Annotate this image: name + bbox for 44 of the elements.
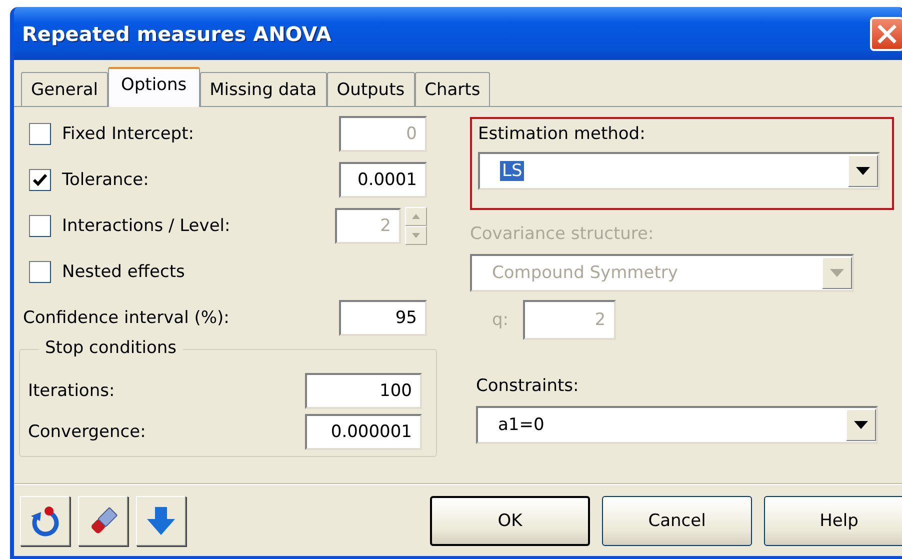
option-label: Nested effects	[62, 262, 185, 282]
dialog-button[interactable]: Help	[764, 496, 902, 546]
tab[interactable]: General	[21, 72, 108, 106]
reset-button[interactable]	[20, 496, 70, 546]
checkbox[interactable]	[29, 169, 51, 191]
field-label: Convergence:	[28, 422, 146, 442]
dialog-button[interactable]: OK	[430, 496, 590, 546]
dropdown-arrow-button[interactable]	[846, 409, 876, 441]
dropdown-value: LS	[500, 161, 524, 181]
caret-icon	[830, 269, 844, 277]
dropdown-arrow-button[interactable]	[848, 155, 878, 187]
tab[interactable]: Missing data	[200, 72, 327, 106]
group-title: Stop conditions	[39, 338, 183, 358]
tab[interactable]: Options	[108, 67, 200, 107]
field-label: Confidence interval (%):	[23, 308, 230, 328]
caret-icon	[856, 167, 870, 175]
option-label: Interactions / Level:	[62, 216, 230, 236]
input-field[interactable]: 100	[305, 373, 422, 409]
input-field[interactable]: 0.0001	[339, 162, 427, 198]
field-label: Constraints:	[475, 376, 580, 398]
close-icon	[876, 22, 898, 44]
checkbox[interactable]	[29, 261, 51, 283]
field-label: q:	[492, 310, 509, 330]
caret-icon	[854, 421, 868, 429]
field-label: Estimation method:	[478, 124, 646, 146]
dialog-button[interactable]: Cancel	[602, 496, 752, 546]
dropdown-value: Compound Symmetry	[491, 263, 679, 283]
dropdown[interactable]: a1=0	[476, 406, 878, 444]
caret-icon	[412, 214, 420, 219]
close-button[interactable]	[870, 16, 902, 50]
window-title: Repeated measures ANOVA	[22, 22, 332, 46]
eraser-button[interactable]	[78, 496, 128, 546]
option-label: Fixed Intercept:	[62, 124, 194, 144]
field-label: Covariance structure:	[470, 224, 655, 246]
dropdown-value: a1=0	[497, 415, 546, 435]
option-label: Tolerance:	[62, 170, 149, 190]
input-field[interactable]: 95	[339, 300, 427, 336]
tab[interactable]: Outputs	[326, 72, 415, 106]
field-label: Iterations:	[28, 381, 115, 401]
dropdown[interactable]: LS	[478, 152, 880, 190]
download-button[interactable]	[136, 496, 186, 546]
caret-icon	[412, 233, 420, 238]
input-field[interactable]: 0.000001	[305, 414, 422, 450]
tab[interactable]: Charts	[414, 72, 490, 106]
